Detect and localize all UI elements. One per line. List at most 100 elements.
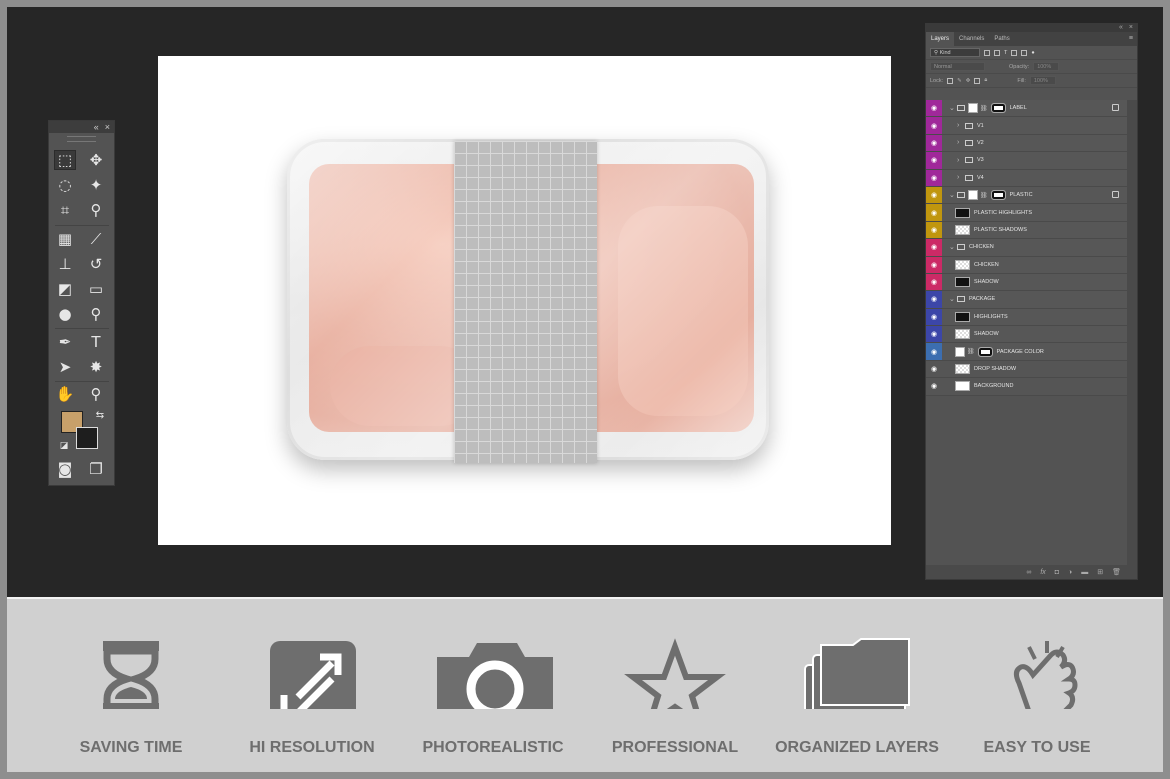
opacity-field[interactable]: 100%	[1033, 62, 1060, 71]
magic-wand-icon[interactable]: ✦	[85, 175, 107, 195]
fx-icon[interactable]: fx	[1040, 569, 1045, 576]
smart-object-filter-icon[interactable]	[1021, 49, 1028, 56]
visibility-eye-icon[interactable]: ◉	[926, 117, 942, 134]
mask-link-icon[interactable]: ⛓	[980, 105, 988, 112]
visibility-eye-icon[interactable]: ◉	[926, 361, 942, 377]
layer-row[interactable]: ◉ › V1	[926, 117, 1129, 135]
close-icon[interactable]: ×	[105, 122, 110, 132]
visibility-eye-icon[interactable]: ◉	[926, 134, 942, 152]
screen-mode-icon[interactable]: ❐	[85, 459, 107, 479]
layer-row[interactable]: ◉ SHADOW	[926, 273, 1129, 292]
visibility-eye-icon[interactable]: ◉	[926, 100, 942, 117]
lock-transparent-icon[interactable]	[947, 77, 954, 84]
filter-kind-select[interactable]: ⚲ Kind	[930, 48, 980, 57]
eyedropper-icon[interactable]: ⚲	[85, 200, 107, 220]
layer-mask-thumbnail[interactable]	[977, 346, 993, 357]
mask-link-icon[interactable]: ⛓	[967, 348, 975, 355]
fill-field[interactable]: 100%	[1029, 76, 1056, 85]
crop-icon[interactable]: ⌗	[54, 200, 76, 220]
visibility-eye-icon[interactable]: ◉	[926, 204, 942, 221]
brush-icon[interactable]: ⟋	[85, 229, 107, 249]
collapse-icon[interactable]: «	[94, 122, 99, 132]
expand-caret-icon[interactable]: ⌄	[949, 243, 955, 251]
visibility-eye-icon[interactable]: ◉	[926, 186, 942, 204]
eraser-icon[interactable]: ◩	[54, 279, 76, 299]
layer-mask-thumbnail[interactable]	[990, 190, 1006, 201]
visibility-eye-icon[interactable]: ◉	[926, 239, 942, 256]
expand-caret-icon[interactable]: ⌄	[949, 104, 955, 112]
tab-layers[interactable]: Layers	[926, 32, 955, 46]
default-colors-icon[interactable]: ◪	[53, 436, 75, 456]
layer-row[interactable]: ◉ ⌄ CHICKEN	[926, 239, 1129, 257]
collapse-icon[interactable]: «	[1119, 24, 1123, 32]
layer-row[interactable]: ◉ BACKGROUND	[926, 378, 1129, 396]
lock-all-icon[interactable]: 🔒︎	[984, 77, 987, 84]
expand-caret-icon[interactable]: ⌄	[949, 191, 955, 199]
delete-layer-icon[interactable]: 🗑︎	[1112, 568, 1121, 576]
lock-brush-icon[interactable]: ✎	[957, 78, 962, 84]
tab-channels[interactable]: Channels	[954, 32, 989, 46]
layers-scrollbar[interactable]	[1127, 100, 1137, 570]
history-brush-icon[interactable]: ↺	[85, 254, 107, 274]
layer-mask-thumbnail[interactable]	[990, 103, 1006, 114]
layer-row[interactable]: ◉ ⌄ PACKAGE	[926, 291, 1129, 309]
path-selection-icon[interactable]: ➤	[54, 357, 76, 377]
move-icon[interactable]: ✥	[85, 150, 107, 170]
layer-row[interactable]: ◉ HIGHLIGHTS	[926, 308, 1129, 327]
swap-colors-icon[interactable]: ⇆	[89, 405, 111, 425]
expand-caret-icon[interactable]: ›	[957, 122, 963, 129]
lasso-icon[interactable]: ◌	[54, 175, 76, 195]
layer-row[interactable]: ◉ CHICKEN	[926, 256, 1129, 274]
type-filter-icon[interactable]: T	[1004, 50, 1007, 56]
rectangular-marquee-icon[interactable]: ⬚	[54, 150, 76, 170]
layer-row[interactable]: ◉ › V2	[926, 134, 1129, 153]
visibility-eye-icon[interactable]: ◉	[926, 343, 942, 360]
visibility-eye-icon[interactable]: ◉	[926, 308, 942, 326]
layer-row[interactable]: ◉ PLASTIC SHADOWS	[926, 221, 1129, 240]
visibility-eye-icon[interactable]: ◉	[926, 256, 942, 273]
visibility-eye-icon[interactable]: ◉	[926, 273, 942, 291]
pixel-filter-icon[interactable]	[984, 49, 990, 56]
blur-icon[interactable]: ●	[54, 304, 76, 324]
tab-paths[interactable]: Paths	[989, 32, 1014, 46]
zoom-icon[interactable]: ⚲	[85, 384, 107, 404]
hand-icon[interactable]: ✋	[54, 384, 76, 404]
visibility-eye-icon[interactable]: ◉	[926, 221, 942, 239]
new-group-icon[interactable]: ▬	[1081, 569, 1088, 576]
link-layers-icon[interactable]: ∞	[1026, 569, 1031, 576]
layer-row[interactable]: ◉ ⌄ ⛓ PLASTIC	[926, 186, 1129, 205]
healing-brush-icon[interactable]: ▦	[54, 229, 76, 249]
panel-grip[interactable]	[67, 136, 96, 142]
visibility-eye-icon[interactable]: ◉	[926, 152, 942, 169]
layer-row[interactable]: ◉ ⛓ PACKAGE COLOR	[926, 343, 1129, 361]
document-canvas[interactable]	[158, 56, 891, 545]
visibility-eye-icon[interactable]: ◉	[926, 291, 942, 308]
visibility-eye-icon[interactable]: ◉	[926, 169, 942, 186]
add-mask-icon[interactable]: ◘	[1055, 569, 1059, 576]
dodge-icon[interactable]: ⚲	[85, 304, 107, 324]
new-layer-icon[interactable]: ⊞	[1097, 568, 1103, 576]
expand-caret-icon[interactable]: ›	[957, 157, 963, 164]
layer-row[interactable]: ◉ PLASTIC HIGHLIGHTS	[926, 204, 1129, 222]
shape-filter-icon[interactable]	[1011, 49, 1018, 56]
type-icon[interactable]: T	[85, 332, 107, 352]
filter-toggle-icon[interactable]: ●	[1031, 50, 1034, 56]
panel-menu-icon[interactable]: ≡	[1129, 35, 1133, 42]
layer-row[interactable]: ◉ SHADOW	[926, 326, 1129, 344]
lock-artboard-icon[interactable]	[974, 77, 981, 84]
close-icon[interactable]: ×	[1129, 24, 1133, 32]
layer-row[interactable]: ◉ › V4	[926, 169, 1129, 187]
lock-move-icon[interactable]: ✥	[966, 78, 971, 84]
visibility-eye-icon[interactable]: ◉	[926, 326, 942, 343]
layer-row[interactable]: ◉ DROP SHADOW	[926, 360, 1129, 379]
expand-caret-icon[interactable]: ⌄	[949, 295, 955, 303]
adjustment-layer-icon[interactable]: ◑	[1068, 569, 1072, 576]
quick-mask-icon[interactable]: ◙	[54, 459, 76, 479]
visibility-eye-icon[interactable]: ◉	[926, 378, 942, 394]
shape-icon[interactable]: ✸	[85, 357, 107, 377]
pen-icon[interactable]: ✒	[54, 332, 76, 352]
layer-row[interactable]: ◉ › V3	[926, 152, 1129, 170]
background-color-swatch[interactable]	[76, 427, 98, 449]
blend-mode-select[interactable]: Normal	[930, 62, 985, 71]
expand-caret-icon[interactable]: ›	[957, 174, 963, 181]
